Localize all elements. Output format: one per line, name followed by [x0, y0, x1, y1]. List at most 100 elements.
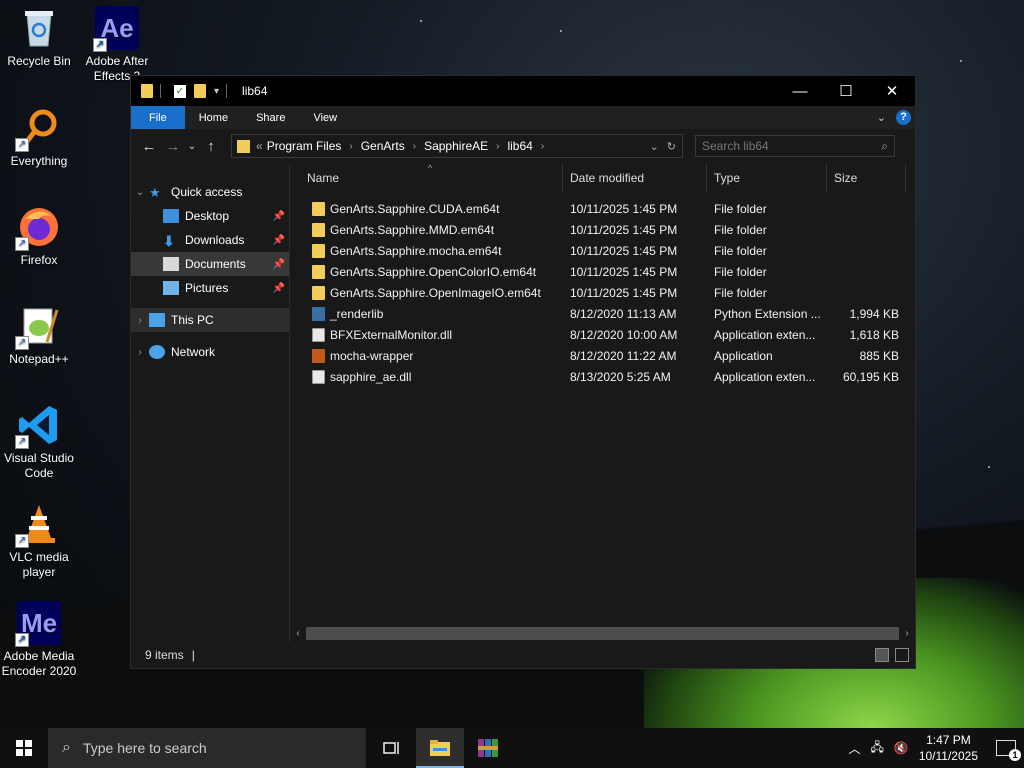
file-row[interactable]: GenArts.Sapphire.mocha.em64t 10/11/2025 1…	[290, 240, 915, 261]
column-header-size[interactable]: Size	[827, 164, 906, 192]
file-row[interactable]: GenArts.Sapphire.OpenColorIO.em64t 10/11/…	[290, 261, 915, 282]
tab-home[interactable]: Home	[185, 106, 242, 129]
address-history-chevron-icon[interactable]: ⌄	[650, 140, 659, 153]
nav-item-documents[interactable]: Documents 📌	[131, 252, 289, 276]
clock[interactable]: 1:47 PM 10/11/2025	[919, 732, 978, 764]
column-header-type[interactable]: Type	[707, 164, 827, 192]
file-type: File folder	[714, 285, 767, 300]
show-hidden-icons-chevron-icon[interactable]: ︿	[848, 740, 860, 757]
minimize-button[interactable]: —	[777, 76, 823, 106]
nav-item-label: Pictures	[185, 281, 229, 295]
up-button[interactable]: ↑	[199, 138, 223, 155]
file-row[interactable]: BFXExternalMonitor.dll 8/12/2020 10:00 AM…	[290, 324, 915, 345]
after-effects-icon: Ae ↗	[93, 6, 139, 52]
start-button[interactable]	[0, 728, 48, 768]
tab-share[interactable]: Share	[242, 106, 299, 129]
expand-chevron-icon[interactable]: ›	[131, 347, 149, 358]
application-icon	[312, 348, 325, 363]
status-bar: 9 items |	[131, 642, 915, 668]
search-box[interactable]: Search lib64 ⌕	[695, 135, 895, 157]
expand-chevron-icon[interactable]: ›	[131, 315, 149, 326]
file-size: 1,994 KB	[849, 306, 899, 321]
breadcrumb-chevron-icon[interactable]: ›	[413, 141, 416, 152]
task-view-icon	[383, 742, 399, 754]
breadcrumb-sapphireae[interactable]: SapphireAE	[424, 139, 488, 153]
file-explorer-icon	[430, 740, 450, 756]
vscode-icon: ↗	[15, 403, 61, 449]
desktop-icon-label: Everything	[10, 154, 68, 168]
refresh-icon[interactable]: ↻	[667, 140, 676, 153]
file-row[interactable]: GenArts.Sapphire.CUDA.em64t 10/11/2025 1:…	[290, 198, 915, 219]
breadcrumb-chevron-icon[interactable]: ›	[541, 141, 544, 152]
file-row[interactable]: _renderlib 8/12/2020 11:13 AM Python Exten…	[290, 303, 915, 324]
desktop-icon-notepadpp[interactable]: ↗ Notepad++	[0, 304, 78, 367]
desktop-icon-firefox[interactable]: ↗ Firefox	[0, 205, 78, 268]
back-button[interactable]: ←	[137, 138, 161, 155]
maximize-button[interactable]: ☐	[823, 76, 869, 106]
address-overflow[interactable]: «	[256, 139, 263, 153]
task-view-button[interactable]	[368, 728, 416, 768]
shortcut-arrow-icon: ↗	[15, 138, 29, 152]
desktop-icon-vscode[interactable]: ↗ Visual Studio Code	[0, 403, 78, 481]
recent-locations-chevron-icon[interactable]: ⌄	[185, 141, 199, 152]
expand-ribbon-chevron-icon[interactable]: ⌄	[877, 111, 886, 124]
large-icons-view-icon[interactable]	[895, 648, 909, 662]
tab-file[interactable]: File	[131, 106, 185, 129]
breadcrumb-program-files[interactable]: Program Files	[267, 139, 342, 153]
wallpaper-star	[420, 20, 422, 22]
network-status-icon[interactable]: 🖧	[870, 738, 883, 759]
file-row[interactable]: sapphire_ae.dll 8/13/2020 5:25 AM Applicat…	[290, 366, 915, 387]
ribbon-tabs: File Home Share View ⌄ ?	[131, 106, 915, 129]
nav-item-label: Quick access	[171, 185, 243, 199]
desktop-icon-after-effects[interactable]: Ae ↗ Adobe After Effects 2	[78, 6, 156, 84]
nav-item-desktop[interactable]: Desktop 📌	[131, 204, 289, 228]
address-bar[interactable]: « Program Files › GenArts › SapphireAE ›…	[231, 134, 683, 158]
desktop-icon-vlc[interactable]: ↗ VLC media player	[0, 502, 78, 580]
new-folder-quick-icon[interactable]	[194, 84, 206, 98]
file-row[interactable]: GenArts.Sapphire.MMD.em64t 10/11/2025 1:4…	[290, 219, 915, 240]
nav-item-downloads[interactable]: ⬇ Downloads 📌	[131, 228, 289, 252]
column-headers: ^ Name Date modified Type Size	[290, 163, 915, 192]
desktop-icon-media-encoder[interactable]: Me ↗ Adobe Media Encoder 2020	[0, 601, 78, 679]
folder-icon	[312, 264, 325, 279]
action-center-icon[interactable]: 1	[996, 740, 1021, 761]
breadcrumb-chevron-icon[interactable]: ›	[496, 141, 499, 152]
desktop-icon-everything[interactable]: ↗ Everything	[0, 106, 78, 169]
scroll-left-icon[interactable]: ‹	[290, 628, 306, 639]
customize-toolbar-chevron-icon[interactable]: ▾	[214, 86, 219, 97]
nav-item-this-pc[interactable]: › This PC	[131, 308, 289, 332]
taskbar-winrar[interactable]	[464, 728, 512, 768]
scrollbar-thumb[interactable]	[306, 627, 899, 640]
tab-view[interactable]: View	[299, 106, 351, 129]
breadcrumb-chevron-icon[interactable]: ›	[349, 141, 352, 152]
close-button[interactable]: ✕	[869, 76, 915, 106]
system-tray: ︿ 🖧 🔇 1:47 PM 10/11/2025 1	[848, 732, 1024, 764]
horizontal-scrollbar[interactable]: ‹ ›	[290, 625, 915, 642]
nav-item-network[interactable]: › Network	[131, 340, 289, 364]
windows-logo-icon	[16, 740, 32, 756]
help-icon[interactable]: ?	[896, 110, 911, 125]
file-rows: GenArts.Sapphire.CUDA.em64t 10/11/2025 1:…	[290, 198, 915, 387]
file-name: _renderlib	[330, 306, 384, 321]
column-header-date[interactable]: Date modified	[563, 164, 707, 192]
forward-button[interactable]: →	[161, 138, 185, 155]
expand-chevron-icon[interactable]: ⌄	[131, 187, 149, 198]
details-view-icon[interactable]	[875, 648, 889, 662]
file-row[interactable]: GenArts.Sapphire.OpenImageIO.em64t 10/11/…	[290, 282, 915, 303]
taskbar-search[interactable]: ⌕ Type here to search	[48, 728, 366, 768]
folder-icon	[141, 84, 153, 98]
volume-muted-icon[interactable]: 🔇	[894, 741, 909, 755]
file-row[interactable]: mocha-wrapper 8/12/2020 11:22 AM Applicati…	[290, 345, 915, 366]
scroll-right-icon[interactable]: ›	[899, 628, 915, 639]
breadcrumb-lib64[interactable]: lib64	[507, 139, 532, 153]
nav-item-quick-access[interactable]: ⌄ ★ Quick access	[131, 180, 289, 204]
properties-quick-icon[interactable]: ✓	[174, 84, 186, 98]
breadcrumb-genarts[interactable]: GenArts	[361, 139, 405, 153]
column-header-name[interactable]: Name	[300, 164, 563, 192]
desktop-icon-recycle-bin[interactable]: Recycle Bin	[0, 6, 78, 69]
title-bar[interactable]: ✓ ▾ lib64 — ☐ ✕	[131, 76, 915, 106]
file-name: BFXExternalMonitor.dll	[330, 327, 453, 342]
nav-item-pictures[interactable]: Pictures 📌	[131, 276, 289, 300]
shortcut-arrow-icon: ↗	[15, 633, 29, 647]
taskbar-file-explorer[interactable]	[416, 728, 464, 768]
